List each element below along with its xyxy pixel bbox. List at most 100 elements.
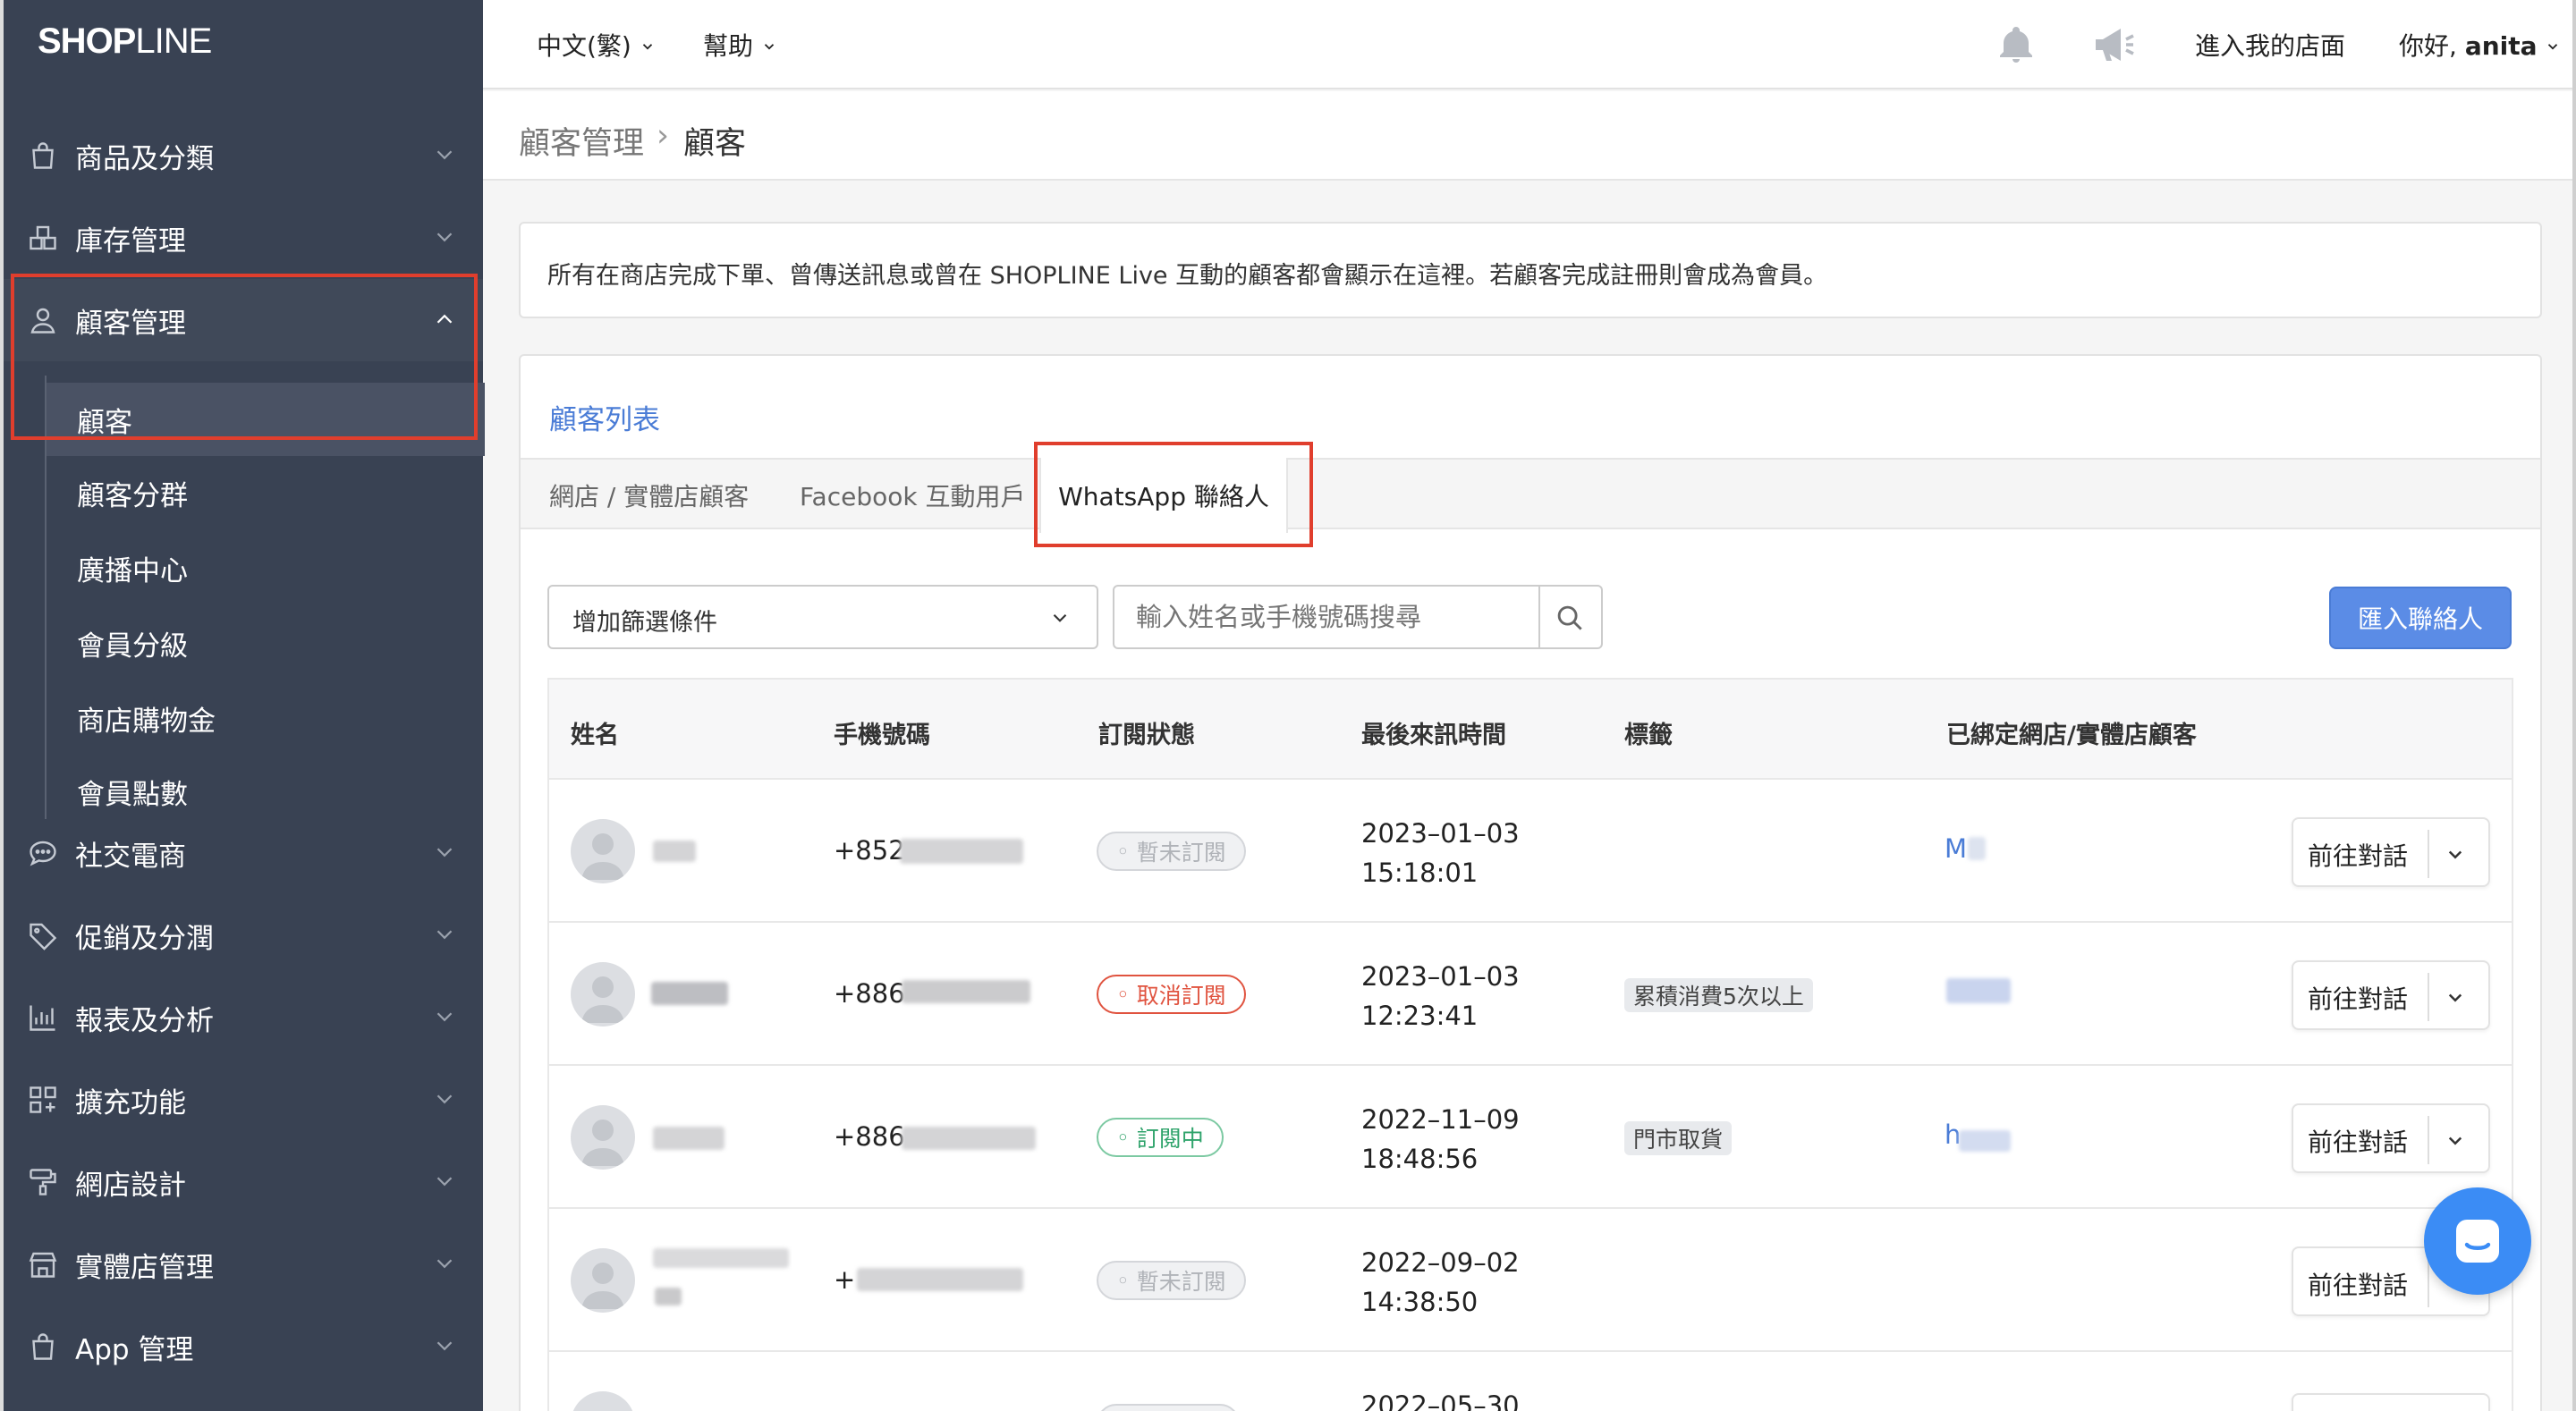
button-divider: [2428, 1116, 2429, 1164]
highlight-box: [1034, 442, 1313, 547]
chevron-down-icon: [436, 232, 453, 242]
table-row[interactable]: +852 ◦ 暫未訂閱 2023–01–03 15:18:01 M 前往對話: [549, 778, 2512, 921]
price-tag-icon: [30, 923, 57, 951]
sidebar-item-retail-store[interactable]: 實體店管理: [4, 1223, 483, 1305]
top-bar: 中文(繁) 幫助 進入我的店面 你好, anita: [483, 0, 2576, 89]
customer-tag: 門市取貨: [1624, 1121, 1733, 1155]
avatar: [571, 819, 635, 883]
shopping-bag-icon: [32, 142, 54, 169]
chevron-down-icon: [436, 1177, 453, 1187]
chevron-down-icon: [436, 150, 453, 160]
megaphone-icon[interactable]: [2089, 23, 2138, 66]
user-menu[interactable]: 你好, anita: [2399, 27, 2561, 63]
chevron-down-icon[interactable]: [2442, 841, 2469, 867]
chevron-down-icon: [764, 44, 775, 50]
last-message-time: 2023–01–03 12:23:41: [1361, 961, 1520, 1031]
sidebar-item-social-commerce[interactable]: 社交電商: [4, 812, 483, 894]
name-redacted: [653, 841, 696, 862]
list-title: 顧客列表: [549, 404, 660, 436]
button-divider: [2428, 1259, 2429, 1307]
customer-tag: 累積消費5次以上: [1624, 978, 1813, 1012]
chevron-down-icon: [1053, 613, 1067, 622]
tab-online-retail-customers[interactable]: 網店 / 實體店顧客: [549, 460, 749, 531]
customers-submenu: 顧客 顧客分群 廣播中心 會員分級 商店購物金 會員點數: [45, 376, 485, 819]
search-input[interactable]: [1116, 588, 1537, 646]
window-edge: [2572, 0, 2576, 1411]
chevron-down-icon: [436, 848, 453, 858]
status-badge: [1097, 1404, 1240, 1411]
chat-launcher-icon: [2456, 1220, 2499, 1263]
bell-icon[interactable]: [1995, 23, 2038, 66]
apps-grid-icon: [30, 1086, 56, 1113]
tab-facebook-users[interactable]: Facebook 互動用戶: [800, 460, 1025, 531]
table-row[interactable]: +886 ◦ 取消訂閱 2023–01–03 12:23:41 累積消費5次以上 …: [549, 921, 2512, 1064]
name-redacted: [653, 1127, 724, 1150]
sidebar-item-app-management[interactable]: App 管理: [4, 1305, 483, 1388]
table-row[interactable]: + ◦ 暫未訂閱 2022–09–02 14:38:50 前往對話: [549, 1207, 2512, 1350]
name-redacted: [651, 982, 728, 1005]
go-to-chat-split-button: 前往對話: [2292, 817, 2490, 887]
sidebar-item-store-design[interactable]: 網店設計: [4, 1141, 483, 1223]
chat-bubble-icon: [30, 841, 56, 866]
help-dropdown[interactable]: 幫助: [703, 27, 777, 63]
breadcrumb: 顧客管理 › 顧客: [483, 91, 2572, 181]
bound-customer-link[interactable]: M: [1945, 833, 1967, 864]
chevron-down-icon: [642, 44, 652, 50]
phone-redacted: [902, 980, 1030, 1003]
enter-store-link[interactable]: 進入我的店面: [2195, 27, 2345, 63]
sidebar-item-label: 擴充功能: [75, 1086, 186, 1120]
sidebar-subitem-membership-tiers[interactable]: 會員分級: [47, 606, 485, 680]
shopline-logo[interactable]: SHOPLINE: [38, 21, 212, 62]
breadcrumb-parent[interactable]: 顧客管理: [519, 118, 644, 164]
filter-dropdown[interactable]: 增加篩選條件: [547, 585, 1098, 649]
status-badge: ◦ 取消訂閱: [1097, 975, 1246, 1014]
last-message-time: 2022–09–02 14:38:50: [1361, 1247, 1520, 1317]
avatar: [571, 962, 635, 1027]
sidebar-subitem-broadcast[interactable]: 廣播中心: [47, 531, 485, 604]
bar-chart-icon: [30, 1005, 55, 1031]
go-to-chat-split-button: 前往對話: [2292, 1103, 2490, 1173]
last-message-time: 2022–05–30: [1361, 1390, 1520, 1411]
highlight-box: [11, 274, 478, 440]
import-contacts-button[interactable]: 匯入聯絡人: [2329, 587, 2512, 649]
chevron-down-icon[interactable]: [2442, 1127, 2469, 1153]
go-to-chat-button[interactable]: 前往對話: [2308, 980, 2408, 1016]
go-to-chat-button[interactable]: 前往對話: [2308, 1123, 2408, 1159]
bound-redacted[interactable]: [1946, 978, 2011, 1003]
sidebar-item-inventory[interactable]: 庫存管理: [4, 197, 483, 279]
table-row[interactable]: +886 ◦ 訂閱中 2022–11–09 18:48:56 門市取貨 h 前往對…: [549, 1064, 2512, 1207]
sidebar-item-label: 商品及分類: [75, 142, 214, 175]
sidebar-item-reports[interactable]: 報表及分析: [4, 976, 483, 1059]
column-header-tags: 標籤: [1624, 722, 1673, 749]
go-to-chat-button[interactable]: 前往對話: [2308, 837, 2408, 873]
go-to-chat-split-button: 前往對話: [2292, 960, 2490, 1030]
chevron-down-icon: [436, 1341, 453, 1351]
column-header-last-message: 最後來訊時間: [1361, 722, 1506, 749]
sidebar-item-products[interactable]: 商品及分類: [4, 114, 483, 197]
sidebar-item-label: App 管理: [75, 1333, 194, 1366]
app-bag-icon: [32, 1333, 54, 1360]
last-message-time: 2022–11–09 18:48:56: [1361, 1104, 1520, 1174]
language-dropdown[interactable]: 中文(繁): [537, 27, 656, 63]
chevron-down-icon[interactable]: [2442, 984, 2469, 1010]
sidebar-item-promotions[interactable]: 促銷及分潤: [4, 894, 483, 976]
sidebar-item-extensions[interactable]: 擴充功能: [4, 1059, 483, 1141]
sidebar-item-label: 報表及分析: [75, 1004, 214, 1037]
chat-launcher-button[interactable]: [2424, 1187, 2531, 1295]
table-row[interactable]: 2022–05–30: [549, 1350, 2512, 1411]
page-title: 顧客: [683, 126, 747, 162]
sidebar-item-label: 網店設計: [75, 1169, 186, 1202]
sidebar-item-label: 社交電商: [75, 840, 186, 873]
go-to-chat-split-button[interactable]: [2292, 1393, 2490, 1411]
sidebar-subitem-segments[interactable]: 顧客分群: [47, 456, 485, 529]
sidebar-item-label: 促銷及分潤: [75, 922, 214, 955]
username: anita: [2464, 31, 2538, 61]
chevron-down-icon: [436, 930, 453, 940]
search-icon[interactable]: [1553, 601, 1587, 635]
tab-bar: 網店 / 實體店顧客 Facebook 互動用戶 WhatsApp 聯絡人: [521, 458, 2540, 533]
phone-prefix: +: [834, 1264, 856, 1295]
go-to-chat-button[interactable]: 前往對話: [2308, 1266, 2408, 1302]
status-badge: ◦ 暫未訂閱: [1097, 832, 1246, 871]
notice-text: 所有在商店完成下單、曾傳送訊息或曾在 SHOPLINE Live 互動的顧客都會…: [547, 262, 1828, 290]
sidebar-subitem-store-credits[interactable]: 商店購物金: [47, 681, 485, 755]
